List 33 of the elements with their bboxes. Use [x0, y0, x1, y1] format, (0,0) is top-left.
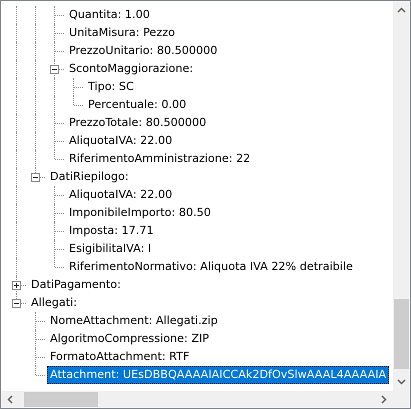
tree-item[interactable]: PrezzoTotale: 80.500000: [66, 114, 210, 132]
tree-item[interactable]: ScontoMaggiorazione:: [66, 60, 196, 78]
tree-item[interactable]: PrezzoUnitario: 80.500000: [66, 42, 220, 60]
tree-item[interactable]: UnitaMisura: Pezzo: [66, 24, 178, 42]
scroll-left-icon[interactable]: [7, 395, 13, 404]
tree-item[interactable]: RiferimentoAmministrazione: 22: [66, 150, 254, 168]
tree-item[interactable]: EsigibilitaIVA: I: [66, 240, 154, 258]
scroll-up-icon[interactable]: [397, 7, 406, 13]
vertical-scrollbar[interactable]: [393, 1, 410, 391]
horizontal-scrollbar[interactable]: [1, 391, 393, 408]
tree-item[interactable]: Allegati:: [28, 294, 80, 312]
tree-item[interactable]: NomeAttachment: Allegati.zip: [47, 312, 221, 330]
tree-item[interactable]: AliquotaIVA: 22.00: [66, 132, 176, 150]
collapse-icon[interactable]: [12, 299, 21, 308]
tree-item[interactable]: DatiRiepilogo:: [47, 168, 132, 186]
tree-item[interactable]: FormatoAttachment: RTF: [47, 348, 192, 366]
tree-item[interactable]: Imposta: 17.71: [66, 222, 157, 240]
collapse-icon[interactable]: [31, 173, 40, 182]
tree-item[interactable]: Attachment: UEsDBBQAAAAIAICCAk2DfOvSlwAAAL4AAAAIA: [47, 366, 390, 384]
collapse-icon[interactable]: [50, 65, 59, 74]
tree-item[interactable]: AliquotaIVA: 22.00: [66, 186, 176, 204]
tree-item[interactable]: AlgoritmoCompressione: ZIP: [47, 330, 212, 348]
tree-item[interactable]: Quantita: 1.00: [66, 6, 153, 24]
expand-icon[interactable]: [12, 281, 21, 290]
scrollbar-thumb[interactable]: [394, 299, 409, 369]
scroll-down-icon[interactable]: [397, 379, 406, 385]
scrollbar-thumb[interactable]: [24, 392, 98, 407]
tree-item[interactable]: RiferimentoNormativo: Aliquota IVA 22% detraibile: [66, 258, 356, 276]
scroll-right-icon[interactable]: [381, 395, 387, 404]
tree-item[interactable]: Percentuale: 0.00: [85, 96, 190, 114]
tree-item[interactable]: ImponibileImporto: 80.50: [66, 204, 214, 222]
tree-item[interactable]: Tipo: SC: [85, 78, 137, 96]
tree-item[interactable]: DatiPagamento:: [28, 276, 124, 294]
